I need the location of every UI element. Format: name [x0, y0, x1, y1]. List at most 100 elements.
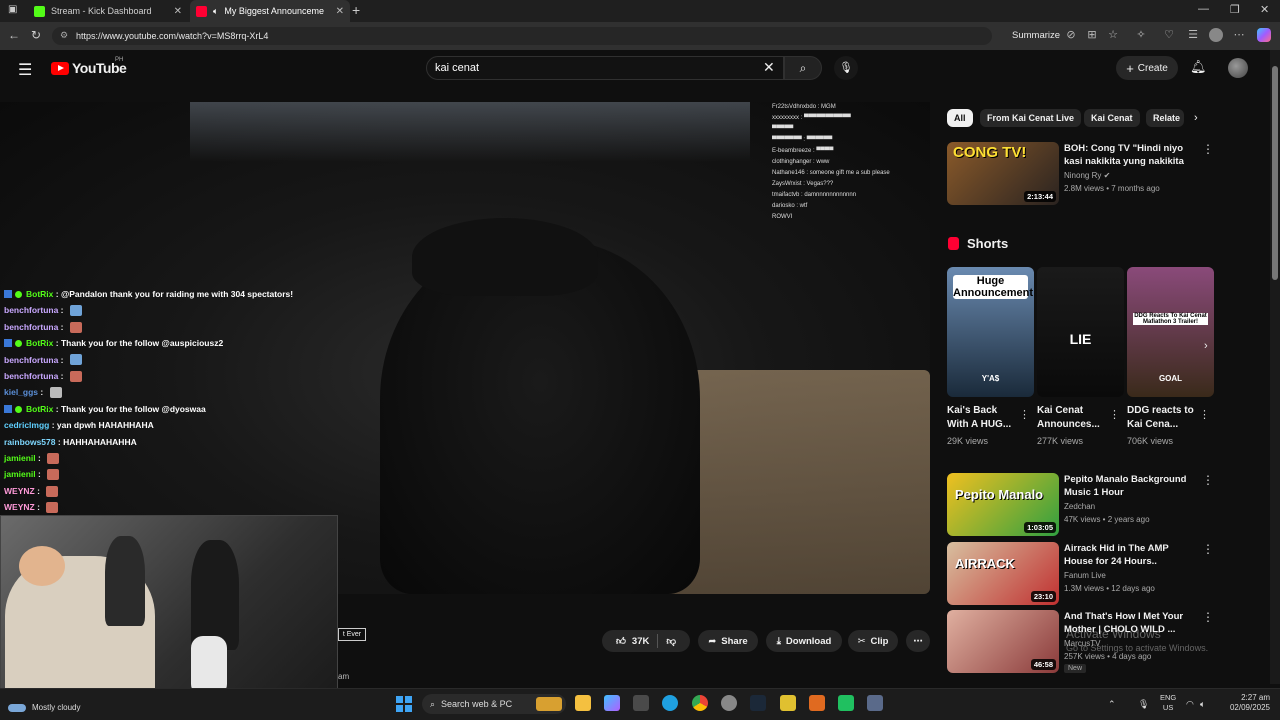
back-icon[interactable]: ← [8, 28, 20, 42]
more-vert-icon[interactable]: ⋮ [1019, 408, 1030, 421]
language-indicator[interactable]: ENG US [1160, 693, 1176, 713]
video-title[interactable]: BOH: Cong TV "Hindi niyo kasi nakikita y… [1064, 142, 1200, 168]
chip-kai-cenat[interactable]: Kai Cenat [1084, 109, 1140, 127]
favorites-icon[interactable]: ☰ [1186, 28, 1200, 42]
profile-avatar[interactable] [1209, 28, 1223, 42]
maximize-icon[interactable]: ❐ [1230, 3, 1240, 16]
more-icon[interactable]: ⋯ [1232, 28, 1246, 42]
file-explorer-icon[interactable] [575, 695, 591, 711]
clock[interactable]: 2:27 am 02/09/2025 [1224, 693, 1270, 713]
chat-username: WEYNZ [4, 485, 35, 496]
more-vert-icon[interactable]: ⋮ [1202, 142, 1214, 156]
app-green-icon[interactable] [838, 695, 854, 711]
video-item[interactable]: CONG TV! 2:13:44 BOH: Cong TV "Hindi niy… [947, 142, 1217, 206]
clip-button[interactable]: ✂ Clip [848, 630, 898, 652]
share-button[interactable]: ➦ Share [698, 630, 758, 652]
short-title[interactable]: Kai's Back With A HUG... [947, 404, 1021, 432]
refresh-icon[interactable]: ↻ [31, 28, 41, 42]
more-vert-icon[interactable]: ⋮ [1199, 408, 1210, 421]
short-bottom-text: GOAL [1158, 374, 1183, 383]
wifi-icon[interactable]: ◠ [1186, 699, 1194, 710]
search-button[interactable]: ⌕ [784, 56, 822, 80]
short-thumbnail[interactable]: Huge Announcement Y'A$ [947, 267, 1034, 397]
close-window-icon[interactable]: ✕ [1260, 3, 1269, 16]
site-info-icon[interactable]: ⚙ [60, 30, 68, 41]
mic-tray-icon[interactable]: 🎙︎ [1138, 699, 1149, 710]
menu-icon[interactable]: ☰ [18, 60, 32, 80]
browser-essentials-icon[interactable]: ♡ [1162, 28, 1176, 42]
speaker-icon[interactable]: 🔈︎ [213, 6, 218, 17]
dislike-button[interactable]: 👎︎ [666, 635, 676, 647]
search-input[interactable]: kai cenat [426, 56, 784, 80]
more-vert-icon[interactable]: ⋮ [1202, 473, 1214, 487]
short-bottom-text: Y'A$ [981, 374, 1000, 383]
download-button[interactable]: ⤓ Download [766, 630, 842, 652]
video-thumbnail[interactable]: CONG TV! 2:13:44 [947, 142, 1059, 205]
copilot-sidebar-icon[interactable] [1257, 28, 1271, 42]
start-button[interactable] [396, 696, 412, 712]
video-title[interactable]: Pepito Manalo Background Music 1 Hour [1064, 473, 1200, 499]
app-a-icon[interactable] [809, 695, 825, 711]
edge-icon[interactable] [662, 695, 678, 711]
short-views: 277K views [1037, 436, 1084, 446]
notifications-bell-icon[interactable]: 🔔︎ [1190, 59, 1207, 75]
extensions-icon[interactable]: ✧ [1134, 28, 1148, 42]
weather-widget[interactable]: Mostly cloudy [8, 703, 80, 712]
more-actions-button[interactable]: ⋯ [906, 630, 930, 652]
video-item[interactable]: AIRRACK 23:10 Airrack Hid in The AMP House… [947, 542, 1217, 606]
short-title[interactable]: Kai Cenat Announces... [1037, 404, 1111, 432]
shorts-next-chevron-icon[interactable]: › [1204, 340, 1208, 352]
app-r-icon[interactable] [780, 695, 796, 711]
video-thumbnail[interactable]: AIRRACK 23:10 [947, 542, 1059, 605]
like-button[interactable]: 👍︎ 37K [616, 635, 649, 648]
url-field[interactable]: ⚙ https://www.youtube.com/watch?v=MS8rrq… [52, 27, 992, 45]
video-title[interactable]: Airrack Hid in The AMP House for 24 Hour… [1064, 542, 1200, 568]
thumbnail-text: Pepito Manalo [955, 487, 1044, 502]
settings-app-icon[interactable] [867, 695, 883, 711]
taskbar-search[interactable]: ⌕ Search web & PC [422, 694, 566, 714]
channel-name[interactable]: Ninong Ry ✔ [1064, 171, 1110, 180]
apps-icon[interactable]: ⊞ [1085, 28, 1099, 42]
chip-from-kai-cenat-live[interactable]: From Kai Cenat Live [980, 109, 1082, 127]
account-avatar[interactable] [1228, 58, 1248, 78]
voice-search-button[interactable]: 🎙︎ [834, 56, 858, 80]
video-item[interactable]: Pepito Manalo 1:03:05 Pepito Manalo Backgr… [947, 473, 1217, 537]
tab-actions-icon[interactable]: ▣ [8, 4, 17, 15]
short-thumbnail[interactable]: DDG Reacts To Kai Cenat Mafiathon 3 Trai… [1127, 267, 1214, 397]
copilot-app-icon[interactable] [604, 695, 620, 711]
chrome-icon[interactable] [692, 695, 708, 711]
create-button[interactable]: + Create [1116, 56, 1178, 80]
store-icon[interactable] [633, 695, 649, 711]
more-vert-icon[interactable]: ⋮ [1202, 542, 1214, 556]
short-thumbnail[interactable]: LIE [1037, 267, 1124, 397]
chip-all[interactable]: All [947, 109, 973, 127]
tab-youtube-video[interactable]: 🔈︎ My Biggest Announcement Ever ✕ [190, 0, 350, 22]
channel-name[interactable]: Zedchan [1064, 502, 1095, 511]
tray-chevron-icon[interactable]: ⌃ [1108, 699, 1116, 710]
chat-colon: : [49, 420, 57, 431]
more-vert-icon[interactable]: ⋮ [1109, 408, 1120, 421]
scrollbar-thumb[interactable] [1272, 66, 1278, 280]
video-thumbnail[interactable]: 46:58 [947, 610, 1059, 673]
steam-icon[interactable] [750, 695, 766, 711]
close-tab-icon[interactable]: ✕ [336, 6, 344, 17]
tab-kick-dashboard[interactable]: Stream - Kick Dashboard ✕ [28, 0, 188, 22]
volume-icon[interactable]: 🔈︎ [1200, 699, 1205, 710]
summarize-button[interactable]: Summarize [1012, 30, 1060, 41]
copilot-icon[interactable]: ⊘ [1064, 28, 1078, 42]
more-vert-icon[interactable]: ⋮ [1202, 610, 1214, 624]
chevron-right-icon[interactable]: › [1194, 112, 1198, 124]
channel-name[interactable]: Fanum Live [1064, 571, 1106, 580]
favorite-star-icon[interactable]: ☆ [1106, 28, 1120, 42]
chip-related[interactable]: Relate [1146, 109, 1184, 127]
obs-icon[interactable] [721, 695, 737, 711]
new-tab-icon[interactable]: + [352, 2, 360, 18]
youtube-logo[interactable]: YouTube PH [51, 57, 127, 76]
video-thumbnail[interactable]: Pepito Manalo 1:03:05 [947, 473, 1059, 536]
youtube-play-icon [51, 61, 69, 75]
clear-search-icon[interactable]: ✕ [763, 59, 775, 76]
minimize-icon[interactable]: — [1198, 3, 1209, 15]
short-overlay-text: Huge Announcement [953, 275, 1034, 299]
short-title[interactable]: DDG reacts to Kai Cena... [1127, 404, 1201, 432]
close-tab-icon[interactable]: ✕ [174, 6, 182, 17]
